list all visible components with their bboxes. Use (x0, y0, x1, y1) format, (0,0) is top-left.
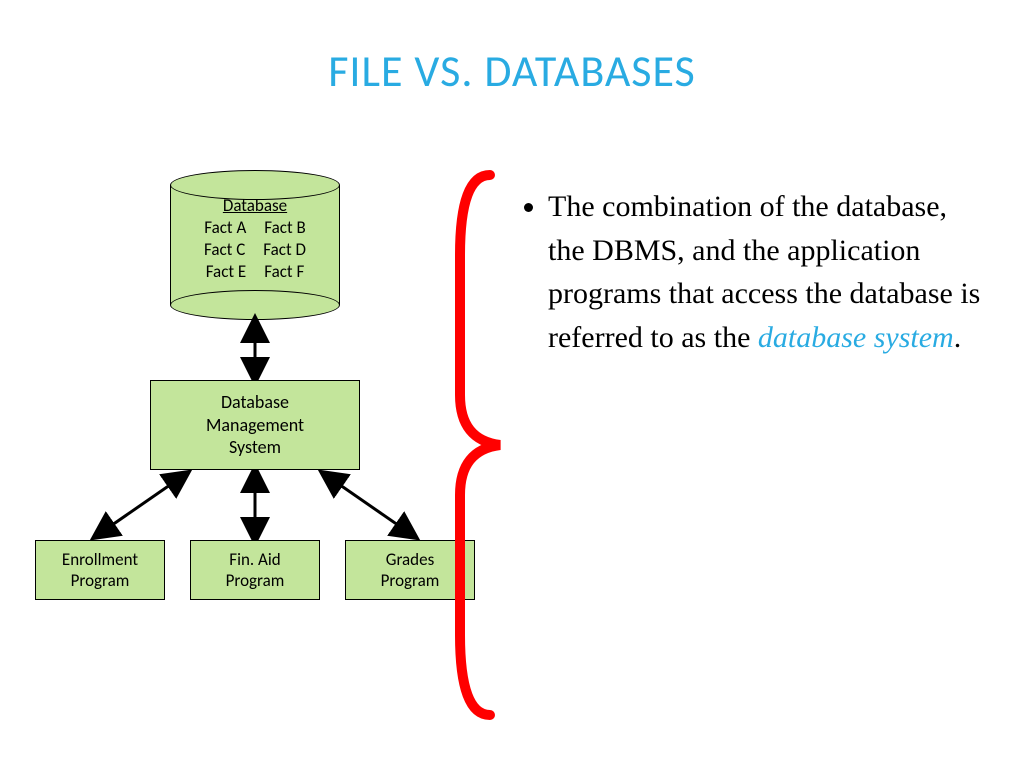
finaid-program-box: Fin. Aid Program (190, 540, 320, 600)
cylinder-text: Database Fact A Fact B Fact C Fact D Fac… (170, 195, 340, 283)
fact-c: Fact C (204, 239, 245, 261)
program-label: Grades Program (381, 549, 440, 592)
dbms-box: Database Management System (150, 380, 360, 470)
db-label: Database (223, 195, 287, 216)
bullet-highlight: database system (758, 321, 954, 354)
fact-e: Fact E (206, 261, 247, 283)
bullet-item: The combination of the database, the DBM… (548, 185, 990, 359)
fact-d: Fact D (263, 239, 306, 261)
brace-icon (450, 165, 510, 725)
enrollment-program-box: Enrollment Program (35, 540, 165, 600)
bullet-post: . (954, 321, 962, 354)
dbms-label: Database Management System (206, 391, 304, 459)
slide-title: FILE VS. DATABASES (0, 44, 1024, 98)
fact-f: Fact F (264, 261, 304, 283)
program-label: Enrollment Program (62, 549, 138, 592)
fact-a: Fact A (204, 217, 246, 239)
program-label: Fin. Aid Program (226, 549, 285, 592)
bullet-text: The combination of the database, the DBM… (520, 185, 990, 359)
database-diagram: Database Fact A Fact B Fact C Fact D Fac… (30, 170, 470, 650)
fact-b: Fact B (264, 217, 305, 239)
